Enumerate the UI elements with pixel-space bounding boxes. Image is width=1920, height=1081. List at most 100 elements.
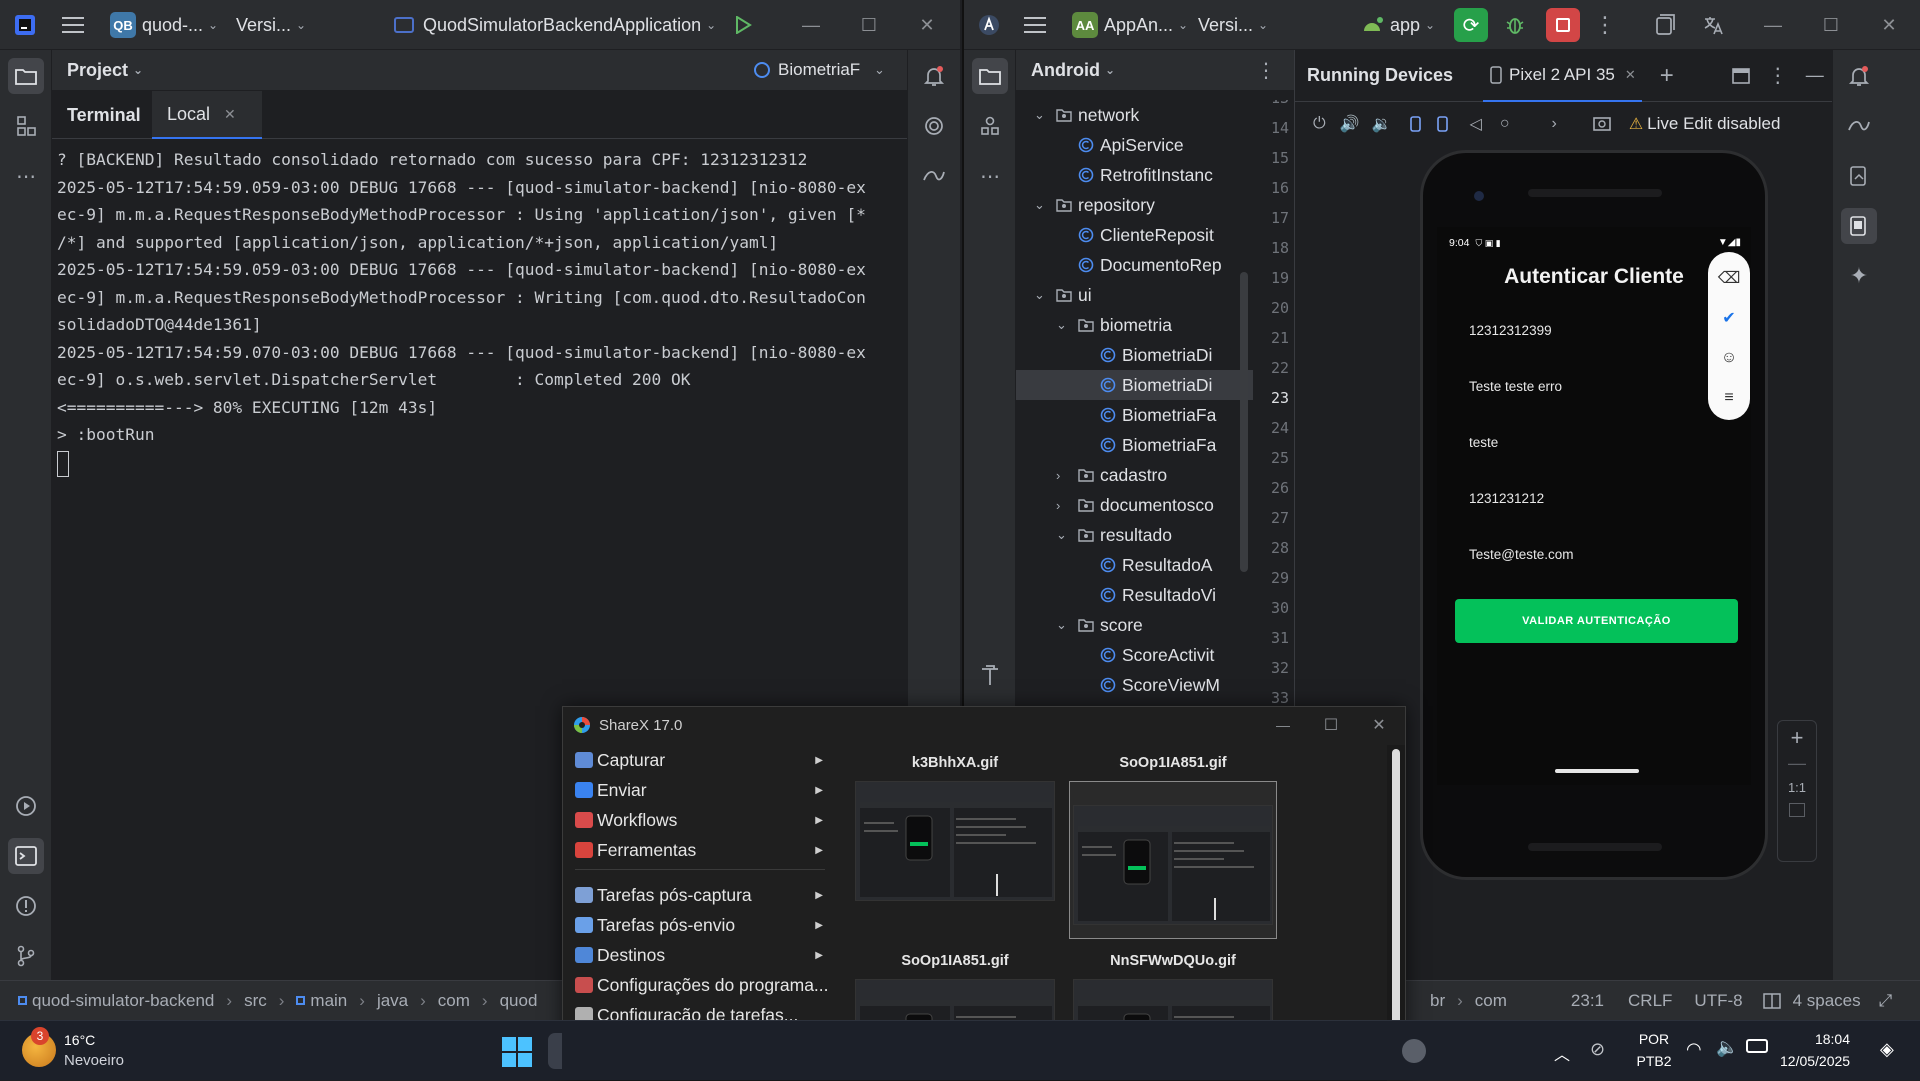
- tree-file[interactable]: BiometriaDi: [1016, 340, 1212, 370]
- main-menu-icon[interactable]: [62, 0, 84, 50]
- zoom-fit-icon[interactable]: [1789, 803, 1805, 817]
- maximize-icon[interactable]: ☐: [1802, 0, 1860, 50]
- tab-local[interactable]: Local ✕: [152, 91, 262, 139]
- minimize-icon[interactable]: —: [782, 0, 840, 50]
- running-devices-icon[interactable]: [1841, 208, 1877, 244]
- home-icon[interactable]: ○: [1500, 115, 1510, 133]
- device-manager-icon[interactable]: [1654, 0, 1678, 50]
- battery-icon[interactable]: [1746, 1039, 1768, 1053]
- tree-folder[interactable]: ⌄ ui: [1016, 280, 1092, 310]
- rotate-right-icon[interactable]: [1434, 115, 1452, 133]
- tab-pixel-device[interactable]: Pixel 2 API 35 ✕: [1483, 50, 1642, 102]
- volume-down-icon[interactable]: 🔉: [1372, 114, 1392, 134]
- breadcrumb-item[interactable]: main: [296, 991, 347, 1011]
- validate-auth-button[interactable]: VALIDAR AUTENTICAÇÃO: [1455, 599, 1738, 643]
- more-actions-icon[interactable]: ⋮: [1594, 0, 1616, 50]
- hide-panel-icon[interactable]: —: [1806, 65, 1824, 86]
- tree-file[interactable]: BiometriaFa: [1016, 430, 1216, 460]
- email-field[interactable]: Teste@teste.com: [1469, 547, 1574, 562]
- close-icon[interactable]: ✕: [1860, 0, 1918, 50]
- close-icon[interactable]: ✕: [898, 0, 956, 50]
- terminal-tool-icon[interactable]: [8, 838, 44, 874]
- wifi-icon[interactable]: ◠: [1686, 1039, 1702, 1060]
- project-panel-title[interactable]: Project ⌄: [67, 50, 143, 90]
- overview-icon[interactable]: ›: [1551, 115, 1556, 133]
- tab-terminal[interactable]: Terminal: [67, 91, 141, 139]
- project-switcher[interactable]: QB quod-... ⌄: [110, 0, 218, 50]
- rerun-icon[interactable]: ⟳: [1454, 0, 1488, 50]
- add-device-icon[interactable]: +: [1660, 62, 1674, 90]
- terminal-cursor[interactable]: [57, 450, 69, 477]
- close-icon[interactable]: ✕: [1355, 707, 1403, 743]
- phone-field[interactable]: 1231231212: [1469, 491, 1544, 506]
- git-tool-icon[interactable]: [8, 938, 44, 974]
- tree-file[interactable]: DocumentoRep: [1016, 250, 1222, 280]
- screenshot-icon[interactable]: [1593, 115, 1613, 133]
- sharex-menu-item[interactable]: Ferramentas ▶: [563, 835, 835, 865]
- run-icon[interactable]: [734, 0, 752, 50]
- project-switcher[interactable]: AA AppAn... ⌄: [1072, 0, 1188, 50]
- zoom-actual-size[interactable]: 1:1: [1778, 780, 1816, 795]
- tray-app-icon[interactable]: [1402, 1039, 1426, 1063]
- translate-icon[interactable]: [1702, 0, 1724, 50]
- gemini-icon[interactable]: [1841, 108, 1877, 144]
- tree-folder[interactable]: ⌄ resultado: [1016, 520, 1172, 550]
- run-config-selector[interactable]: QuodSimulatorBackendApplication ⌄: [394, 0, 716, 50]
- editor-tab-biometria[interactable]: BiometriaF: [754, 50, 860, 90]
- tree-file[interactable]: ResultadoVi: [1016, 580, 1216, 610]
- chevron-down-icon[interactable]: ⌄: [1056, 617, 1078, 633]
- chevron-down-icon[interactable]: ⌄: [1056, 317, 1078, 333]
- maximize-icon[interactable]: ☐: [1307, 707, 1355, 743]
- ai-sparkle-icon[interactable]: ✦: [1841, 258, 1877, 294]
- indent-setting[interactable]: 4 spaces: [1793, 991, 1861, 1011]
- intellij-logo-icon[interactable]: [14, 0, 36, 50]
- tree-file[interactable]: RetrofitInstanc: [1016, 160, 1213, 190]
- emoji-icon[interactable]: ☺: [1708, 338, 1750, 378]
- menu-icon[interactable]: ≡: [1708, 378, 1750, 418]
- chevron-right-icon[interactable]: ›: [1056, 468, 1078, 483]
- ai-assistant-icon[interactable]: [916, 108, 952, 144]
- notifications-icon[interactable]: [916, 58, 952, 94]
- field-3[interactable]: teste: [1469, 435, 1498, 450]
- tree-folder[interactable]: › documentosco: [1016, 490, 1214, 520]
- tray-overflow-icon[interactable]: ︿: [1554, 1041, 1570, 1065]
- breadcrumb-item[interactable]: com: [438, 991, 470, 1011]
- tree-file[interactable]: ScoreViewM: [1016, 670, 1220, 700]
- chevron-down-icon[interactable]: ⌄: [1034, 197, 1056, 213]
- breadcrumb-item[interactable]: quod-simulator-backend: [18, 991, 214, 1011]
- sharex-menu-item[interactable]: Capturar ▶: [563, 745, 835, 775]
- vcs-menu[interactable]: Versi... ⌄: [236, 0, 306, 50]
- tree-file[interactable]: ScoreActivit: [1016, 640, 1214, 670]
- sharex-menu-item[interactable]: Destinos ▶: [563, 940, 835, 970]
- tree-folder[interactable]: › cadastro: [1016, 460, 1167, 490]
- readonly-icon[interactable]: [1762, 992, 1781, 1009]
- language-code[interactable]: POR: [1634, 1031, 1674, 1047]
- debug-icon[interactable]: [1504, 0, 1526, 50]
- network-off-icon[interactable]: ⊘: [1590, 1039, 1605, 1060]
- check-icon[interactable]: ✔: [1708, 298, 1750, 338]
- breadcrumb-item[interactable]: br: [1430, 991, 1445, 1011]
- keyboard-layout[interactable]: PTB2: [1634, 1053, 1674, 1069]
- search-box-edge[interactable]: [548, 1033, 562, 1069]
- chevron-right-icon[interactable]: ›: [1056, 498, 1078, 513]
- file-encoding[interactable]: UTF-8: [1694, 991, 1742, 1011]
- phone-screen[interactable]: 9:04 ⛉ ▣ ▮ ▼◢▮ Autenticar Cliente 123123…: [1437, 227, 1751, 785]
- stop-icon[interactable]: [1546, 0, 1580, 50]
- tree-file[interactable]: ApiService: [1016, 130, 1184, 160]
- tabs-dropdown-icon[interactable]: ⌄: [874, 50, 885, 90]
- android-studio-logo-icon[interactable]: [978, 0, 1000, 50]
- breadcrumb-item[interactable]: src: [244, 991, 267, 1011]
- power-icon[interactable]: ⏻: [1313, 115, 1326, 133]
- tree-file[interactable]: BiometriaFa: [1016, 400, 1216, 430]
- back-icon[interactable]: ◁: [1470, 114, 1482, 134]
- tree-file[interactable]: BiometriaDi: [1016, 370, 1253, 400]
- build-tool-icon[interactable]: [972, 658, 1008, 694]
- tree-folder[interactable]: ⌄ biometria: [1016, 310, 1172, 340]
- sharex-menu-item[interactable]: Workflows ▶: [563, 805, 835, 835]
- main-menu-icon[interactable]: [1024, 0, 1046, 50]
- problems-tool-icon[interactable]: [8, 888, 44, 924]
- sharex-menu-item[interactable]: Tarefas pós-captura ▶: [563, 880, 835, 910]
- clock-time[interactable]: 18:04: [1780, 1031, 1850, 1047]
- more-tools-icon[interactable]: ⋯: [8, 158, 44, 194]
- clock-date[interactable]: 12/05/2025: [1780, 1053, 1850, 1069]
